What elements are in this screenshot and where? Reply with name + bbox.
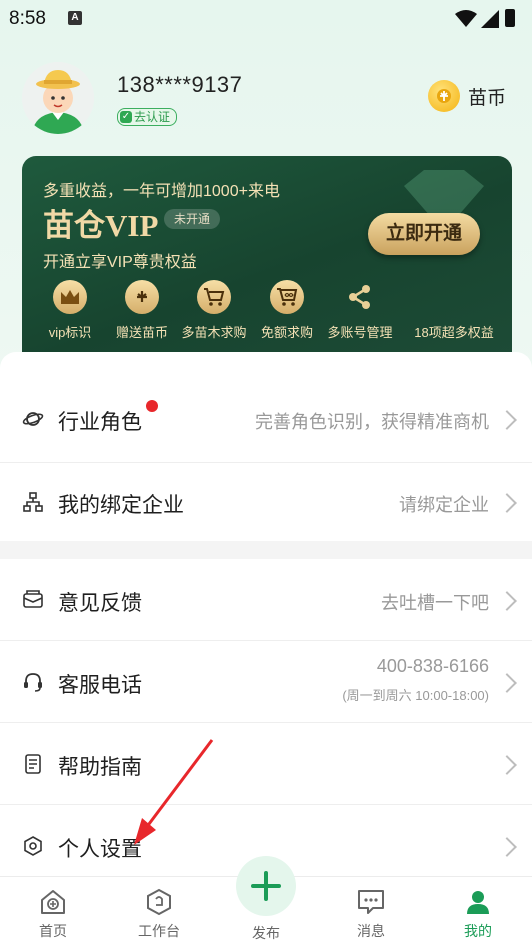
- red-dot-badge: [146, 400, 158, 412]
- chevron-right-icon: [497, 673, 517, 693]
- workbench-icon: [147, 888, 171, 916]
- vip-status-tag: 未开通: [164, 209, 221, 229]
- vip-subtitle: 开通立享VIP尊贵权益: [43, 254, 197, 271]
- open-vip-button[interactable]: 立即开通: [368, 213, 480, 255]
- user-icon: [467, 891, 489, 914]
- signal-icon: [481, 10, 499, 28]
- menu-label: 个人设置: [58, 838, 142, 861]
- menu-label: 帮助指南: [58, 756, 142, 779]
- menu-value: 请绑定企业: [399, 495, 489, 515]
- verify-badge-label: 去认证: [134, 110, 171, 124]
- tab-messages[interactable]: 消息: [336, 887, 406, 941]
- menu-label: 意见反馈: [58, 592, 142, 615]
- status-time: 8:58: [9, 8, 46, 29]
- perk-multi-account[interactable]: 多账号管理: [315, 280, 405, 341]
- coin-icon: [125, 280, 159, 314]
- publish-label: 发布: [252, 925, 280, 941]
- vip-perks: vip标识 赠送苗币 多苗木求购 免额求购 多账号管理 18项超多权益: [22, 280, 512, 350]
- menu-label: 客服电话: [58, 674, 142, 697]
- planet-icon: [22, 412, 44, 426]
- avatar[interactable]: [22, 62, 94, 134]
- avatar-farmer-icon: [22, 62, 94, 134]
- perk-more-benefits[interactable]: 18项超多权益: [404, 322, 504, 341]
- coins-label: 苗币: [468, 87, 507, 109]
- tab-mine[interactable]: 我的: [443, 887, 513, 941]
- wifi-icon: [455, 10, 477, 27]
- perk-label: 多账号管理: [327, 325, 393, 340]
- battery-icon: [505, 9, 515, 27]
- tab-home[interactable]: 首页: [18, 887, 88, 941]
- service-phone[interactable]: 400-838-6166: [377, 656, 489, 677]
- headset-icon: [24, 673, 42, 692]
- check-icon: ✓: [120, 111, 132, 123]
- tab-label: 首页: [39, 923, 67, 939]
- vip-card[interactable]: 多重收益，一年可增加1000+来电 苗仓VIP 未开通 开通立享VIP尊贵权益 …: [22, 156, 512, 356]
- tab-label: 我的: [464, 923, 492, 939]
- settings-icon: [24, 836, 42, 856]
- menu-row-help-guide[interactable]: 帮助指南: [0, 723, 532, 805]
- chevron-right-icon: [497, 591, 517, 611]
- plus-icon: [251, 871, 281, 901]
- crown-icon: [53, 280, 87, 314]
- cart-icon: [197, 280, 231, 314]
- share-icon: [343, 280, 377, 314]
- profile-header: 138****9137 ✓ 去认证 苗币: [0, 60, 532, 140]
- vip-title: 苗仓VIP: [43, 208, 159, 243]
- user-phone: 138****9137: [117, 72, 243, 97]
- publish-button[interactable]: [236, 856, 296, 916]
- perk-label: 18项超多权益: [414, 325, 494, 340]
- mail-icon: [23, 590, 43, 608]
- home-icon: [41, 890, 65, 914]
- notification-icon: A: [68, 11, 82, 25]
- menu-label: 行业角色: [58, 411, 142, 434]
- coins-button[interactable]: 苗币: [428, 80, 506, 112]
- tab-label: 消息: [357, 923, 385, 939]
- tab-workbench[interactable]: 工作台: [124, 887, 194, 941]
- menu-row-feedback[interactable]: 意见反馈 去吐槽一下吧: [0, 559, 532, 641]
- verify-badge[interactable]: ✓ 去认证: [117, 108, 178, 126]
- coin-icon: [428, 80, 460, 112]
- section-gap: [0, 541, 532, 559]
- vip-promo-line: 多重收益，一年可增加1000+来电: [43, 183, 280, 200]
- chevron-right-icon: [497, 410, 517, 430]
- menu-label: 我的绑定企业: [58, 494, 184, 517]
- org-chart-icon: [23, 492, 43, 512]
- status-bar: 8:58 A: [0, 0, 532, 38]
- service-hours: (周一到周六 10:00-18:00): [342, 688, 489, 703]
- menu-row-customer-service[interactable]: 客服电话 400-838-6166 (周一到周六 10:00-18:00): [0, 641, 532, 723]
- cart-infinite-icon: [270, 280, 304, 314]
- chevron-right-icon: [497, 493, 517, 513]
- document-icon: [25, 754, 41, 774]
- menu-row-industry-role[interactable]: 行业角色 完善角色识别，获得精准商机: [0, 374, 532, 464]
- menu-value: 去吐槽一下吧: [381, 593, 489, 613]
- chevron-right-icon: [497, 837, 517, 857]
- menu-row-bind-company[interactable]: 我的绑定企业 请绑定企业: [0, 463, 532, 541]
- menu-value: 完善角色识别，获得精准商机: [255, 412, 489, 432]
- chevron-right-icon: [497, 755, 517, 775]
- tab-label: 工作台: [138, 923, 180, 939]
- message-icon: [358, 890, 384, 914]
